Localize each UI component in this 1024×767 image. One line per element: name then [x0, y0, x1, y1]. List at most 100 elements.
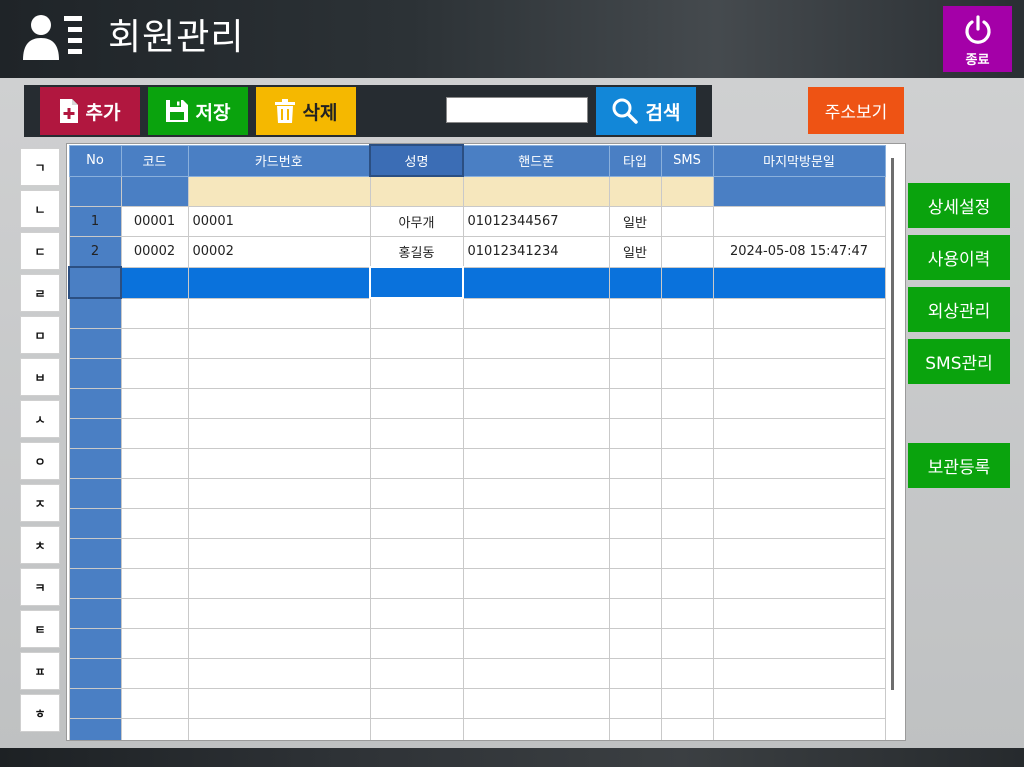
table-cell[interactable]	[120, 266, 189, 299]
table-cell[interactable]	[369, 538, 464, 569]
row-number[interactable]: 1	[68, 206, 122, 237]
code-cell[interactable]: 00001	[120, 206, 189, 237]
column-header[interactable]: 성명	[369, 144, 464, 177]
table-cell[interactable]	[462, 658, 610, 689]
table-cell[interactable]	[712, 388, 886, 419]
current-cell[interactable]	[369, 266, 464, 299]
detail-settings-button[interactable]: 상세설정	[908, 183, 1010, 228]
scrollbar-track[interactable]	[891, 158, 894, 690]
row-header[interactable]	[68, 628, 122, 659]
column-header[interactable]: No	[68, 144, 122, 177]
table-cell[interactable]	[187, 688, 371, 719]
table-cell[interactable]	[187, 297, 371, 329]
table-cell[interactable]	[660, 448, 714, 479]
empty-row[interactable]	[68, 358, 886, 389]
table-cell[interactable]	[369, 328, 464, 359]
empty-row[interactable]	[68, 718, 886, 740]
table-cell[interactable]	[462, 598, 610, 629]
row-header[interactable]	[68, 266, 122, 299]
table-cell[interactable]	[712, 538, 886, 569]
consonant-button[interactable]: ㅈ	[20, 484, 60, 522]
row-header[interactable]	[68, 568, 122, 599]
search-button[interactable]: 검색	[596, 87, 696, 135]
row-header[interactable]	[68, 598, 122, 629]
table-cell[interactable]	[712, 266, 886, 299]
table-cell[interactable]	[660, 388, 714, 419]
table-cell[interactable]	[462, 448, 610, 479]
table-cell[interactable]	[608, 297, 662, 329]
empty-row[interactable]	[68, 658, 886, 689]
table-cell[interactable]	[608, 328, 662, 359]
table-cell[interactable]	[462, 418, 610, 449]
table-cell[interactable]	[660, 418, 714, 449]
sms-management-button[interactable]: SMS관리	[908, 339, 1010, 384]
column-header[interactable]: 핸드폰	[462, 144, 610, 177]
table-cell[interactable]	[120, 598, 189, 629]
table-cell[interactable]	[369, 718, 464, 740]
table-cell[interactable]	[120, 628, 189, 659]
type-cell[interactable]: 일반	[608, 206, 662, 237]
table-cell[interactable]	[187, 328, 371, 359]
table-cell[interactable]	[462, 508, 610, 539]
table-cell[interactable]	[608, 508, 662, 539]
table-cell[interactable]	[187, 358, 371, 389]
table-cell[interactable]	[608, 358, 662, 389]
row-number[interactable]: 2	[68, 236, 122, 268]
table-cell[interactable]	[660, 508, 714, 539]
table-cell[interactable]	[608, 266, 662, 299]
table-cell[interactable]	[660, 328, 714, 359]
table-cell[interactable]	[369, 358, 464, 389]
usage-history-button[interactable]: 사용이력	[908, 235, 1010, 280]
consonant-button[interactable]: ㅎ	[20, 694, 60, 732]
row-header[interactable]	[68, 418, 122, 449]
filter-cell[interactable]	[369, 175, 464, 207]
column-header[interactable]: 타입	[608, 144, 662, 177]
empty-row[interactable]	[68, 418, 886, 449]
empty-row[interactable]	[68, 508, 886, 539]
table-cell[interactable]	[712, 598, 886, 629]
table-cell[interactable]	[187, 478, 371, 509]
consonant-button[interactable]: ㅋ	[20, 568, 60, 606]
empty-row[interactable]	[68, 628, 886, 659]
consonant-button[interactable]: ㅍ	[20, 652, 60, 690]
table-cell[interactable]	[369, 658, 464, 689]
empty-row[interactable]	[68, 538, 886, 569]
table-cell[interactable]	[369, 598, 464, 629]
table-cell[interactable]	[120, 538, 189, 569]
phone-cell[interactable]: 01012344567	[462, 206, 610, 237]
table-cell[interactable]	[712, 478, 886, 509]
table-cell[interactable]	[369, 688, 464, 719]
filter-cell[interactable]	[712, 175, 886, 207]
table-cell[interactable]	[660, 266, 714, 299]
delete-button[interactable]: 삭제	[256, 87, 356, 135]
table-cell[interactable]	[462, 388, 610, 419]
column-header[interactable]: SMS	[660, 144, 714, 177]
table-cell[interactable]	[187, 538, 371, 569]
filter-cell[interactable]	[660, 175, 714, 207]
empty-row[interactable]	[68, 478, 886, 509]
add-button[interactable]: 추가	[40, 87, 140, 135]
consonant-button[interactable]: ㅅ	[20, 400, 60, 438]
table-cell[interactable]	[369, 448, 464, 479]
table-cell[interactable]	[187, 718, 371, 740]
filter-cell[interactable]	[187, 175, 371, 207]
table-cell[interactable]	[608, 628, 662, 659]
table-cell[interactable]	[369, 508, 464, 539]
empty-row[interactable]	[68, 568, 886, 599]
storage-registration-button[interactable]: 보관등록	[908, 443, 1010, 488]
table-cell[interactable]	[462, 688, 610, 719]
table-cell[interactable]	[462, 358, 610, 389]
row-header[interactable]	[68, 718, 122, 740]
row-header[interactable]	[68, 478, 122, 509]
table-cell[interactable]	[660, 718, 714, 740]
table-cell[interactable]	[120, 418, 189, 449]
column-header[interactable]: 마지막방문일	[712, 144, 886, 177]
table-cell[interactable]	[712, 328, 886, 359]
last-visit-cell[interactable]: 2024-05-08 15:47:47	[712, 236, 886, 268]
table-cell[interactable]	[712, 718, 886, 740]
table-cell[interactable]	[187, 448, 371, 479]
consonant-button[interactable]: ㄱ	[20, 148, 60, 186]
table-cell[interactable]	[462, 297, 610, 329]
table-cell[interactable]	[608, 538, 662, 569]
table-cell[interactable]	[712, 658, 886, 689]
